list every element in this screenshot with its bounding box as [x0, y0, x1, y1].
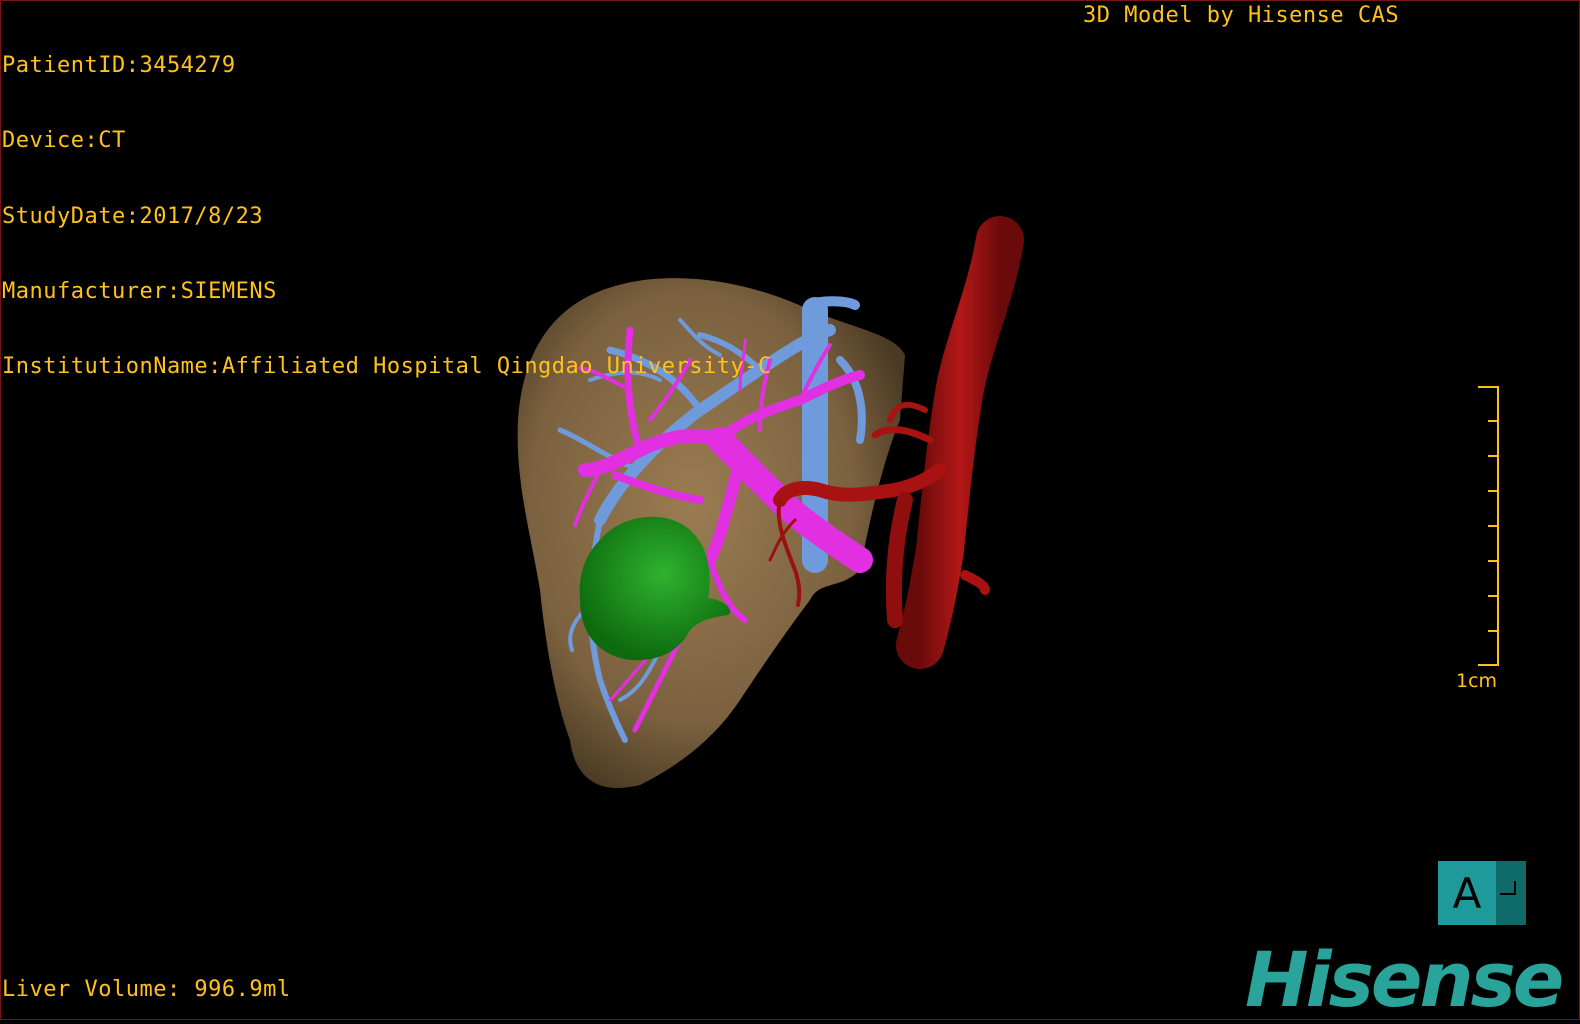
study-metadata: PatientID:3454279 Device:CT StudyDate:20…	[2, 3, 772, 404]
hisense-logo: Hisense	[1245, 935, 1564, 1024]
study-date: StudyDate:2017/8/23	[2, 203, 264, 229]
liver-volume: Liver Volume: 996.9ml	[2, 977, 291, 1002]
scale-bar-label: 1cm	[1456, 670, 1498, 692]
manufacturer: Manufacturer:SIEMENS	[2, 278, 277, 304]
device: Device:CT	[2, 128, 126, 154]
institution-name: InstitutionName:Affiliated Hospital Qing…	[2, 354, 772, 380]
patient-id: PatientID:3454279	[2, 53, 236, 78]
orientation-indicator[interactable]: A	[1438, 861, 1526, 925]
orientation-label: A	[1438, 861, 1496, 925]
model-attribution: 3D Model by Hisense CAS	[1083, 3, 1400, 28]
orientation-side	[1496, 861, 1526, 925]
scale-bar	[1478, 386, 1499, 666]
